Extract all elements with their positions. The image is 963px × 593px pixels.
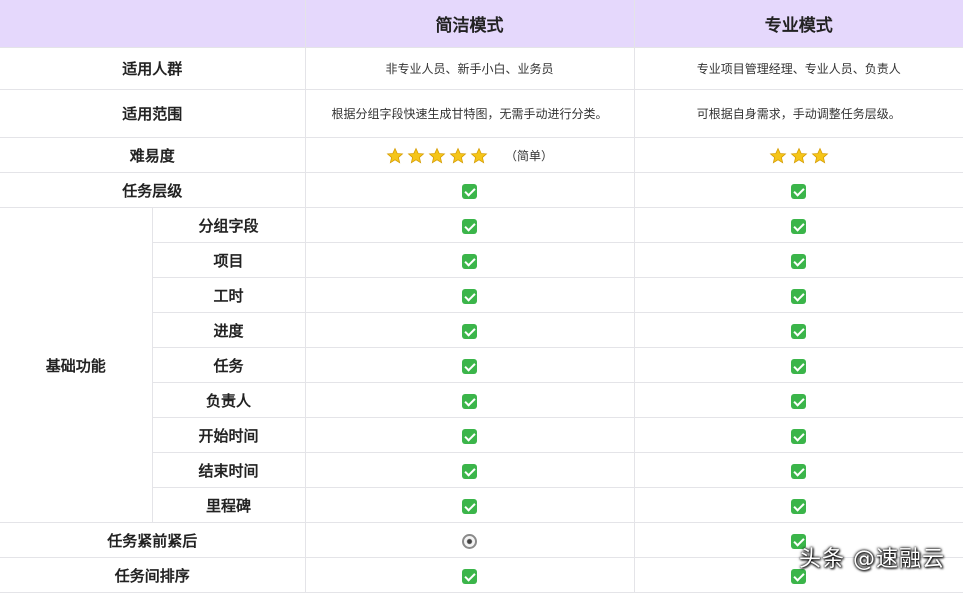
cell-pro-status xyxy=(633,277,963,313)
header-simple-mode: 简洁模式 xyxy=(304,0,635,48)
sub-row-label: 项目 xyxy=(152,242,306,278)
cell-pro-status xyxy=(633,347,963,383)
row-audience: 适用人群 非专业人员、新手小白、业务员 专业项目管理经理、专业人员、负责人 xyxy=(0,47,963,90)
cell-simple-status xyxy=(304,417,635,453)
check-mark-icon xyxy=(462,253,477,269)
row-label: 适用人群 xyxy=(0,47,306,90)
cell-simple-status xyxy=(304,172,635,208)
row-label: 适用范围 xyxy=(0,89,306,138)
cell-pro-status xyxy=(633,417,963,453)
cell-simple-status xyxy=(304,382,635,418)
check-mark-icon xyxy=(462,393,477,409)
check-mark-icon xyxy=(462,463,477,479)
cell-pro-status xyxy=(633,172,963,208)
row-difficulty: 难易度 （简单） xyxy=(0,137,963,173)
comparison-table: 简洁模式 专业模式 适用人群 非专业人员、新手小白、业务员 专业项目管理经理、专… xyxy=(0,0,963,593)
check-mark-icon xyxy=(791,183,807,199)
cell-pro-status xyxy=(633,487,963,523)
row-label: 难易度 xyxy=(0,137,306,173)
cell-simple-status xyxy=(304,452,635,488)
cell-pro-text: 可根据自身需求，手动调整任务层级。 xyxy=(633,89,963,138)
row-basic-0: 基础功能 分组字段 xyxy=(0,207,963,523)
cell-simple-status xyxy=(304,557,635,593)
sub-row-label: 里程碑 xyxy=(152,487,306,523)
cell-pro-status xyxy=(633,242,963,278)
check-mark-icon xyxy=(462,428,477,444)
check-mark-icon xyxy=(791,253,807,269)
group-label-basic-features: 基础功能 xyxy=(0,207,153,523)
sub-row-label: 负责人 xyxy=(152,382,306,418)
check-mark-icon xyxy=(791,498,807,514)
cell-pro-status xyxy=(633,452,963,488)
cell-pro-text: 专业项目管理经理、专业人员、负责人 xyxy=(633,47,963,90)
sub-row-label: 结束时间 xyxy=(152,452,306,488)
cell-simple-status xyxy=(304,487,635,523)
check-mark-icon xyxy=(791,358,807,374)
check-mark-icon xyxy=(791,218,807,234)
check-mark-icon xyxy=(462,288,477,304)
star-icon xyxy=(790,147,808,164)
star-icon xyxy=(811,147,829,164)
sub-row-label: 进度 xyxy=(152,312,306,348)
cell-pro-status xyxy=(633,207,963,243)
check-mark-icon xyxy=(791,393,807,409)
row-label: 任务间排序 xyxy=(0,557,306,593)
check-mark-icon xyxy=(791,323,807,339)
check-mark-icon xyxy=(462,218,477,234)
cell-pro-rating xyxy=(633,137,963,173)
check-mark-icon xyxy=(462,568,477,584)
star-icon xyxy=(470,147,488,164)
row-label: 任务层级 xyxy=(0,172,306,208)
check-mark-icon xyxy=(791,428,807,444)
check-mark-icon xyxy=(462,358,477,374)
cell-simple-status xyxy=(304,277,635,313)
header-corner xyxy=(0,0,306,48)
check-mark-icon xyxy=(462,183,477,199)
star-icon xyxy=(407,147,425,164)
cell-simple-status xyxy=(304,312,635,348)
star-icon xyxy=(769,147,787,164)
star-icon xyxy=(449,147,467,164)
row-label: 任务紧前紧后 xyxy=(0,522,306,558)
difficulty-note: （简单） xyxy=(505,149,554,164)
check-mark-icon xyxy=(791,463,807,479)
header-pro-mode: 专业模式 xyxy=(633,0,963,48)
cell-pro-status xyxy=(633,312,963,348)
check-mark-icon xyxy=(791,288,807,304)
cell-simple-status xyxy=(304,242,635,278)
header-row: 简洁模式 专业模式 xyxy=(0,0,963,48)
cell-simple-text: 非专业人员、新手小白、业务员 xyxy=(304,47,635,90)
cell-simple-status xyxy=(304,522,635,558)
row-task-level: 任务层级 xyxy=(0,172,963,208)
check-mark-icon xyxy=(462,323,477,339)
cell-pro-status xyxy=(633,382,963,418)
sub-row-label: 开始时间 xyxy=(152,417,306,453)
row-scope: 适用范围 根据分组字段快速生成甘特图，无需手动进行分类。 可根据自身需求，手动调… xyxy=(0,89,963,138)
watermark: 头条 @速融云 xyxy=(799,547,945,572)
cell-simple-text: 根据分组字段快速生成甘特图，无需手动进行分类。 xyxy=(304,89,635,138)
star-icon xyxy=(428,147,446,164)
sub-row-label: 任务 xyxy=(152,347,306,383)
star-icon xyxy=(386,147,404,164)
star-rating-pro xyxy=(769,147,829,165)
cell-simple-rating: （简单） xyxy=(304,137,635,173)
cell-simple-status xyxy=(304,347,635,383)
sub-row-label: 工时 xyxy=(152,277,306,313)
sub-row-label: 分组字段 xyxy=(151,207,306,243)
star-rating-simple xyxy=(386,147,488,165)
cell-simple-status xyxy=(304,207,635,243)
check-mark-icon xyxy=(462,498,477,514)
radio-button-icon xyxy=(462,533,477,549)
